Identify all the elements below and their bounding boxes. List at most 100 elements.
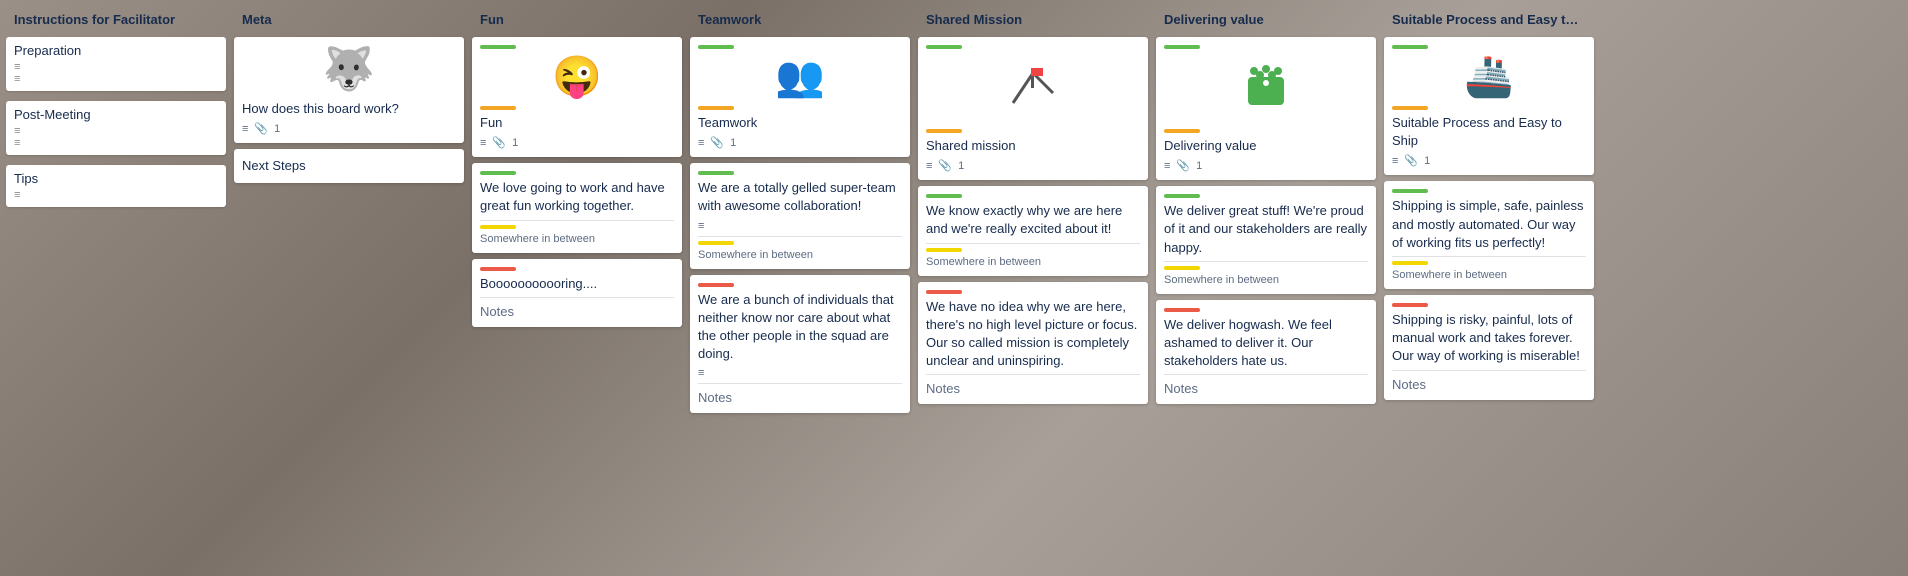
fun-bottom-bar — [480, 106, 516, 110]
shared-notes-link[interactable]: Notes — [926, 381, 1140, 396]
fun-pos-bar — [480, 171, 516, 175]
how-board-text: How does this board work? — [242, 100, 456, 118]
fun-somewhere-bar — [480, 225, 516, 229]
del-neg-text: We deliver hogwash. We feel ashamed to d… — [1164, 316, 1368, 371]
card-delivering-negative[interactable]: We deliver hogwash. We feel ashamed to d… — [1156, 300, 1376, 405]
sh-pos-divider — [926, 243, 1140, 244]
next-steps-text: Next Steps — [242, 157, 456, 175]
fun-emoji: 😜 — [480, 53, 674, 100]
card-how-board-works[interactable]: 🐺 How does this board work? ≡ 📎 1 — [234, 37, 464, 143]
column-header-meta: Meta — [234, 8, 464, 31]
tw-pos-divider — [698, 236, 902, 237]
card-teamwork-main[interactable]: 👥 Teamwork ≡ 📎 1 — [690, 37, 910, 157]
fun-neg-bar — [480, 267, 516, 271]
del-attach-count: 1 — [1196, 160, 1202, 172]
card-shared-negative[interactable]: We have no idea why we are here, there's… — [918, 282, 1148, 405]
teamwork-top-bar — [698, 45, 734, 49]
tips-lines: ≡ — [14, 189, 218, 201]
suit-pos-text: Shipping is simple, safe, painless and m… — [1392, 197, 1586, 252]
suit-attach-count: 1 — [1424, 155, 1430, 167]
preparation-title: Preparation — [14, 43, 218, 58]
column-teamwork: Teamwork 👥 Teamwork ≡ 📎 1 We are a total… — [690, 8, 910, 568]
card-delivering-positive[interactable]: We deliver great stuff! We're proud of i… — [1156, 186, 1376, 294]
suitable-emoji: 🚢 — [1392, 53, 1586, 100]
card-fun-negative[interactable]: Booooooooooring.... Notes — [472, 259, 682, 327]
attachment-count: 1 — [274, 123, 280, 135]
shared-lines-icon: ≡ — [926, 160, 932, 172]
teamwork-title: Teamwork — [698, 114, 902, 132]
fun-notes-link[interactable]: Notes — [480, 304, 674, 319]
suit-pos-divider — [1392, 256, 1586, 257]
suitable-notes-link[interactable]: Notes — [1392, 377, 1586, 392]
del-card-meta: ≡ 📎 1 — [1164, 159, 1368, 172]
column-header-fun: Fun — [472, 8, 682, 31]
delivering-notes-link[interactable]: Notes — [1164, 381, 1368, 396]
column-header-teamwork: Teamwork — [690, 8, 910, 31]
teamwork-card-meta: ≡ 📎 1 — [698, 136, 902, 149]
del-pos-text: We deliver great stuff! We're proud of i… — [1164, 202, 1368, 257]
suit-attachment-icon: 📎 — [1404, 154, 1418, 167]
card-next-steps[interactable]: Next Steps — [234, 149, 464, 183]
teamwork-lines-icon: ≡ — [698, 137, 704, 149]
del-somewhere-bar — [1164, 266, 1200, 270]
post-meeting-title: Post-Meeting — [14, 107, 218, 122]
suit-card-meta: ≡ 📎 1 — [1392, 154, 1586, 167]
sh-neg-divider — [926, 374, 1140, 375]
suitable-title: Suitable Process and Easy to Ship — [1392, 114, 1586, 150]
del-attachment-icon: 📎 — [1176, 159, 1190, 172]
suit-lines-icon: ≡ — [1392, 155, 1398, 167]
tips-title: Tips — [14, 171, 218, 186]
lines-icon: ≡ — [242, 123, 248, 135]
suit-somewhere-label: Somewhere in between — [1392, 269, 1586, 281]
card-shared-main[interactable]: Shared mission ≡ 📎 1 — [918, 37, 1148, 180]
card-suitable-negative[interactable]: Shipping is risky, painful, lots of manu… — [1384, 295, 1594, 400]
tw-neg-lines-icon: ≡ — [698, 367, 704, 379]
column-shared-mission: Shared Mission Shared mission ≡ 📎 1 W — [918, 8, 1148, 568]
fun-neg-divider — [480, 297, 674, 298]
card-fun-positive[interactable]: We love going to work and have great fun… — [472, 163, 682, 252]
card-suitable-positive[interactable]: Shipping is simple, safe, painless and m… — [1384, 181, 1594, 289]
shared-emoji — [926, 53, 1140, 123]
card-shared-positive[interactable]: We know exactly why we are here and we'r… — [918, 186, 1148, 275]
del-pos-divider — [1164, 261, 1368, 262]
fun-neg-text: Booooooooooring.... — [480, 275, 674, 293]
attachment-icon: 📎 — [254, 122, 268, 135]
fun-pos-divider — [480, 220, 674, 221]
fun-pos-text: We love going to work and have great fun… — [480, 179, 674, 215]
fun-top-bar — [480, 45, 516, 49]
card-fun-main[interactable]: 😜 Fun ≡ 📎 1 — [472, 37, 682, 157]
card-preparation[interactable]: Preparation ≡≡ — [6, 37, 226, 91]
teamwork-notes-link[interactable]: Notes — [698, 390, 902, 405]
husky-emoji: 🐺 — [242, 45, 456, 94]
card-teamwork-positive[interactable]: We are a totally gelled super-team with … — [690, 163, 910, 268]
teamwork-attach-count: 1 — [730, 137, 736, 149]
fun-somewhere-label: Somewhere in between — [480, 233, 674, 245]
board: Instructions for Facilitator Preparation… — [0, 0, 1908, 576]
tw-pos-meta: ≡ — [698, 220, 902, 232]
card-teamwork-negative[interactable]: We are a bunch of individuals that neith… — [690, 275, 910, 414]
fun-card-meta: ≡ 📎 1 — [480, 136, 674, 149]
teamwork-emoji: 👥 — [698, 53, 902, 100]
column-delivering: Delivering value Delivering value ≡ 📎 — [1156, 8, 1376, 568]
suit-neg-divider — [1392, 370, 1586, 371]
del-pos-bar — [1164, 194, 1200, 198]
del-bottom-bar — [1164, 129, 1200, 133]
delivering-emoji — [1164, 53, 1368, 123]
sh-neg-text: We have no idea why we are here, there's… — [926, 298, 1140, 371]
shared-attach-count: 1 — [958, 160, 964, 172]
suit-neg-bar — [1392, 303, 1428, 307]
fun-attachment-icon: 📎 — [492, 136, 506, 149]
column-instructions: Instructions for Facilitator Preparation… — [6, 8, 226, 568]
sh-somewhere-bar — [926, 248, 962, 252]
tw-pos-bar — [698, 171, 734, 175]
card-post-meeting[interactable]: Post-Meeting ≡≡ — [6, 101, 226, 155]
card-tips[interactable]: Tips ≡ — [6, 165, 226, 207]
tw-neg-meta: ≡ — [698, 367, 902, 379]
card-suitable-main[interactable]: 🚢 Suitable Process and Easy to Ship ≡ 📎 … — [1384, 37, 1594, 175]
tw-neg-bar — [698, 283, 734, 287]
del-top-bar — [1164, 45, 1200, 49]
column-header-shared: Shared Mission — [918, 8, 1148, 31]
sh-neg-bar — [926, 290, 962, 294]
card-delivering-main[interactable]: Delivering value ≡ 📎 1 — [1156, 37, 1376, 180]
shared-top-bar — [926, 45, 962, 49]
